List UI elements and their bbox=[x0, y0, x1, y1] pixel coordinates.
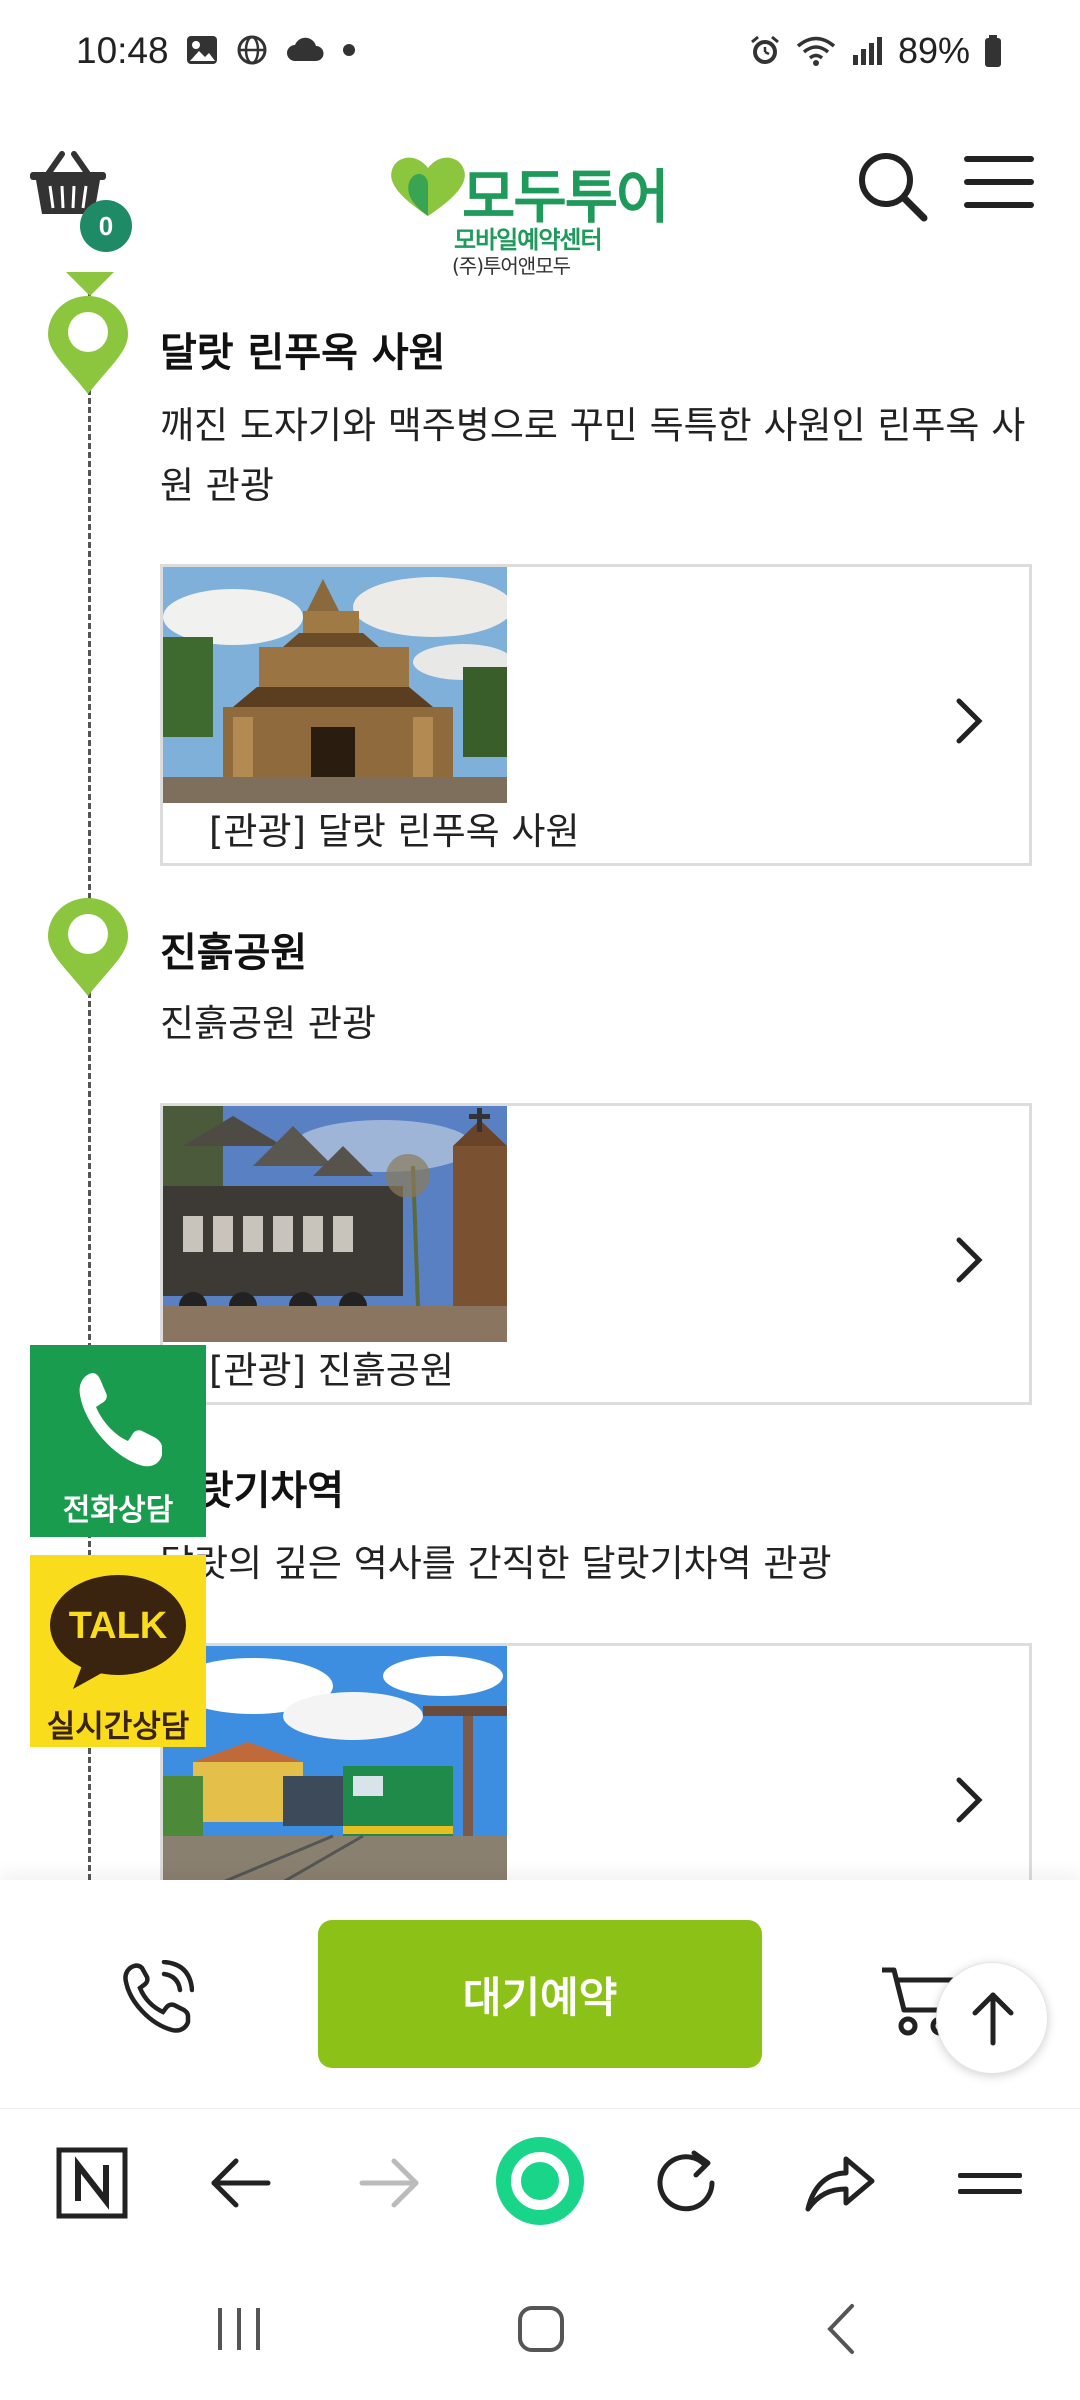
cart-count-badge: 0 bbox=[80, 200, 132, 252]
browser-toolbar bbox=[0, 2108, 1080, 2258]
logo-company: (주)투어앤모두 bbox=[452, 254, 571, 278]
location-pin-icon bbox=[48, 296, 128, 394]
bottom-action-bar: 대기예약 bbox=[0, 1880, 1080, 2108]
status-bar: 10:48 89% bbox=[0, 0, 1080, 110]
phone-call-icon bbox=[123, 1959, 195, 2033]
globe-icon bbox=[237, 35, 267, 65]
talk-badge-text: TALK bbox=[68, 1605, 168, 1647]
alarm-icon bbox=[750, 35, 779, 64]
status-system-icons: 89% bbox=[748, 30, 1002, 72]
phone-consult-label: 전화상담 bbox=[62, 1493, 174, 1528]
naver-button[interactable] bbox=[52, 2143, 132, 2223]
temple-photo bbox=[163, 567, 507, 803]
stop-title: 달랏 린푸옥 사원 bbox=[160, 330, 446, 376]
browser-menu-button[interactable] bbox=[950, 2143, 1030, 2223]
signal-icon bbox=[852, 37, 882, 65]
live-consult-label: 실시간상담 bbox=[46, 1709, 190, 1745]
phone-icon bbox=[79, 1373, 162, 1467]
clay-park-photo bbox=[163, 1106, 507, 1342]
timeline-arrow bbox=[66, 272, 114, 296]
stop-description: 진흙공원 관광 bbox=[160, 1002, 377, 1045]
modetour-logo[interactable]: 모두투어 모바일예약센터 (주)투어앤모두 bbox=[388, 150, 698, 278]
back-button[interactable] bbox=[200, 2143, 280, 2223]
card-label: [관광] 달랏 린푸옥 사원 bbox=[209, 810, 580, 853]
back-arrow-icon bbox=[211, 2158, 271, 2208]
home-square-icon bbox=[518, 2306, 564, 2352]
site-header: 0 모두투어 모바일예약센터 (주)투어앤모두 bbox=[0, 130, 1080, 280]
gallery-icon bbox=[187, 36, 217, 64]
chevron-right-icon bbox=[956, 1777, 983, 1823]
share-button[interactable] bbox=[800, 2143, 880, 2223]
waitlist-reserve-button[interactable]: 대기예약 bbox=[318, 1920, 762, 2068]
status-time: 10:48 bbox=[76, 30, 169, 71]
refresh-button[interactable] bbox=[648, 2143, 728, 2223]
refresh-icon bbox=[657, 2150, 715, 2212]
hamburger-menu-button[interactable] bbox=[964, 154, 1034, 214]
status-notification-icons bbox=[186, 34, 356, 66]
system-nav-bar bbox=[0, 2258, 1080, 2400]
attraction-card[interactable]: [관광] 달랏 린푸옥 사원 bbox=[160, 564, 1032, 866]
forward-arrow-icon bbox=[359, 2158, 419, 2208]
chevron-right-icon bbox=[956, 1237, 983, 1283]
back-nav-button[interactable] bbox=[808, 2294, 878, 2364]
phone-consult-button[interactable]: 전화상담 bbox=[30, 1345, 206, 1537]
arrow-up-icon bbox=[972, 1992, 1014, 2046]
hamburger-menu-icon bbox=[964, 156, 1034, 208]
train-station-photo bbox=[163, 1646, 507, 1882]
chevron-right-icon bbox=[956, 698, 983, 744]
naver-n-icon bbox=[56, 2147, 128, 2219]
home-button[interactable] bbox=[494, 2135, 586, 2227]
stop-description: 달랏의 깊은 역사를 간직한 달랏기차역 관광 bbox=[160, 1542, 832, 1585]
cloud-icon bbox=[287, 37, 324, 61]
scroll-top-button[interactable] bbox=[936, 1962, 1048, 2074]
wifi-icon bbox=[796, 36, 836, 66]
cart-button[interactable]: 0 bbox=[28, 150, 138, 260]
card-label: [관광] 진흙공원 bbox=[209, 1349, 454, 1392]
share-icon bbox=[805, 2156, 875, 2212]
stop-title: 진흙공원 bbox=[160, 930, 308, 976]
recent-apps-icon bbox=[218, 2308, 260, 2350]
search-button[interactable] bbox=[856, 150, 936, 230]
forward-button[interactable] bbox=[350, 2143, 430, 2223]
home-circle-icon bbox=[496, 2137, 584, 2225]
kakao-talk-button[interactable]: TALK 실시간상담 bbox=[30, 1555, 206, 1747]
home-nav-button[interactable] bbox=[506, 2294, 576, 2364]
dot-icon bbox=[343, 44, 355, 56]
stop-description: 깨진 도자기와 맥주병으로 꾸민 독특한 사원인 린푸옥 사원 관광 bbox=[160, 404, 1026, 507]
attraction-card[interactable]: [관광] 진흙공원 bbox=[160, 1103, 1032, 1405]
search-icon bbox=[859, 153, 928, 222]
battery-percent: 89% bbox=[897, 30, 970, 71]
back-chevron-icon bbox=[827, 2304, 854, 2354]
heart-logo-icon bbox=[391, 157, 465, 216]
menu-icon bbox=[958, 2173, 1022, 2194]
location-pin-icon bbox=[48, 898, 128, 996]
call-button[interactable] bbox=[118, 1959, 198, 2040]
battery-icon bbox=[985, 35, 1001, 67]
recent-apps-button[interactable] bbox=[204, 2294, 274, 2364]
